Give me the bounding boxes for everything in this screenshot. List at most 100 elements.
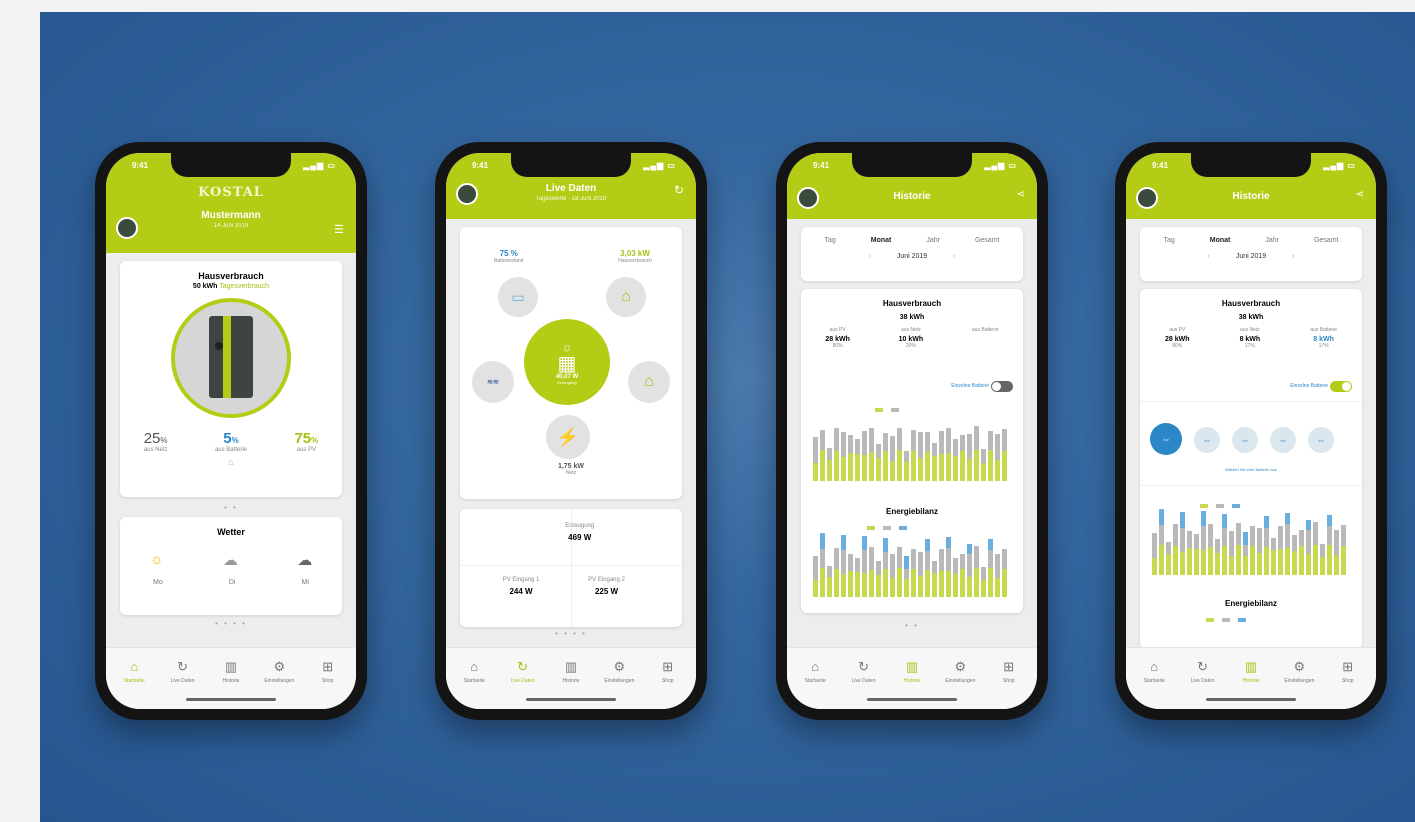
tab-home[interactable]: ⌂ Startseite (791, 648, 839, 709)
chart-bar (1299, 530, 1304, 575)
avatar[interactable] (797, 187, 819, 209)
stat-battery: 5% aus Batterie (214, 430, 247, 453)
tab-shop[interactable]: ⊞ Shop (985, 648, 1033, 709)
share-icon[interactable]: ⋖ (1356, 189, 1364, 200)
period-total[interactable]: Gesamt (975, 237, 1000, 244)
screen-history-battery: 9:41 ▂▄▆ ▭ Historie ⋖ Tag Monat Jahr Ges… (1126, 153, 1376, 709)
chart-bar (890, 436, 895, 481)
chart-bar (883, 433, 888, 481)
prev-icon[interactable]: ‹ (1208, 253, 1210, 260)
tab-shop[interactable]: ⊞ Shop (644, 648, 692, 709)
battery-car-4[interactable]: ⇔ (1270, 427, 1296, 453)
chart-bar (1002, 429, 1007, 481)
avatar[interactable] (1136, 187, 1158, 209)
share-icon[interactable]: ⋖ (1017, 189, 1025, 200)
period-day[interactable]: Tag (1163, 237, 1174, 244)
home-check-icon[interactable]: ⌂ (628, 361, 670, 403)
status-time: 9:41 (1152, 161, 1169, 170)
brand-logo: KOSTAL (198, 185, 264, 200)
chart-bar (1173, 524, 1178, 575)
battery-toggle[interactable] (1330, 381, 1352, 392)
battery-car-3[interactable]: ⇔ (1232, 427, 1258, 453)
page-dots: • • (224, 503, 238, 512)
chart-bar (841, 535, 846, 597)
house-icon[interactable]: ⌂ (606, 277, 646, 317)
tab-home[interactable]: ⌂ Startseite (1130, 648, 1178, 709)
phone-notch (511, 153, 631, 177)
next-icon[interactable]: › (1292, 253, 1294, 260)
chart-bar (988, 431, 993, 481)
chart-bar (967, 434, 972, 481)
period-year[interactable]: Jahr (1265, 237, 1279, 244)
page-title: Historie (893, 191, 931, 202)
history-card: Hausverbrauch 38 kWh aus PV 28 kWh 80% aus… (1140, 289, 1362, 649)
tab-shop[interactable]: ⊞ Shop (1324, 648, 1372, 709)
chart-bar (1243, 532, 1248, 575)
tab-shop[interactable]: ⊞ Shop (304, 648, 352, 709)
chart-bar (974, 426, 979, 481)
next-icon[interactable]: › (953, 253, 955, 260)
tab-home[interactable]: ⌂ Startseite (110, 648, 158, 709)
solar-panel-icon[interactable]: ☼ ▦ 40,07 W Erzeugung (524, 319, 610, 405)
chart-bar (876, 561, 881, 597)
status-time: 9:41 (813, 161, 830, 170)
menu-icon[interactable]: ☰ (334, 223, 344, 236)
energy-legend (867, 525, 909, 531)
home-indicator (526, 698, 616, 701)
period-selector: Tag Monat Jahr Gesamt ‹ Juni 2019 › (801, 227, 1023, 281)
cloud-outline-icon: ☁ (222, 552, 238, 569)
chart-bar (953, 558, 958, 597)
grid-provider-icon[interactable]: ≋≋ (472, 361, 514, 403)
chart-bar (960, 554, 965, 597)
chart-bar (897, 547, 902, 597)
signal-icon: ▂▄▆ ▭ (303, 161, 336, 170)
chart-bar (876, 444, 881, 481)
home-icon: ⌂ (811, 659, 820, 674)
battery-car-5[interactable]: ⇔ (1308, 427, 1334, 453)
battery-toggle[interactable] (991, 381, 1013, 392)
phone-notch (1191, 153, 1311, 177)
period-month[interactable]: Monat (1210, 237, 1231, 244)
avatar[interactable] (456, 183, 478, 205)
chart-bar (918, 432, 923, 481)
phone-notch (171, 153, 291, 177)
refresh-icon: ↻ (177, 659, 189, 674)
energy-title: Energiebilanz (885, 507, 938, 516)
summary-card: Erzeugung 469 W PV Eingang 1 244 W PV Ei… (460, 509, 682, 627)
gear-icon: ⚙ (954, 659, 967, 674)
phone-home: 9:41 ▂▄▆ ▭ KOSTAL Mustermann 14 Juni 201… (95, 142, 367, 720)
battery-car-2[interactable]: ⇔ (1194, 427, 1220, 453)
page-dots: • • (905, 621, 919, 630)
signal-icon: ▂▄▆ ▭ (1323, 161, 1356, 170)
avatar[interactable] (116, 217, 138, 239)
prev-icon[interactable]: ‹ (869, 253, 871, 260)
power-mast-icon[interactable]: ⚡ (546, 415, 590, 459)
battery-car-1[interactable]: ⇔ (1150, 423, 1182, 455)
battery-icon[interactable]: ▭ (498, 277, 538, 317)
summary-left: PV Eingang 1 244 W (502, 577, 540, 596)
chart-bar (1229, 531, 1234, 575)
chart-bar (932, 561, 937, 597)
toggle-label: Einzelne Batterie (951, 383, 989, 389)
chart-bar (1201, 511, 1206, 575)
period-total[interactable]: Gesamt (1314, 237, 1339, 244)
stage-background: 9:41 ▂▄▆ ▭ KOSTAL Mustermann 14 Juni 201… (40, 12, 1415, 822)
chart-bar (827, 448, 832, 481)
chart-bar (869, 428, 874, 481)
chart-bar (813, 556, 818, 597)
period-month[interactable]: Monat (871, 237, 892, 244)
period-day[interactable]: Tag (824, 237, 835, 244)
chart-bar (1166, 542, 1171, 575)
refresh-icon[interactable]: ↻ (674, 183, 684, 197)
chart-bar (834, 428, 839, 481)
chart-bar (855, 439, 860, 481)
card-title: Hausverbrauch (198, 271, 264, 281)
weather-card: Wetter ☼ ☁ ☁ Mo Di Mi (120, 517, 342, 615)
cart-icon: ⊞ (1342, 659, 1354, 674)
consumption-chart (813, 417, 1007, 481)
tab-home[interactable]: ⌂ Startseite (450, 648, 498, 709)
chart-bar (897, 428, 902, 481)
chart-bar (841, 432, 846, 481)
period-year[interactable]: Jahr (926, 237, 940, 244)
summary-right: PV Eingang 2 225 W (588, 577, 625, 596)
